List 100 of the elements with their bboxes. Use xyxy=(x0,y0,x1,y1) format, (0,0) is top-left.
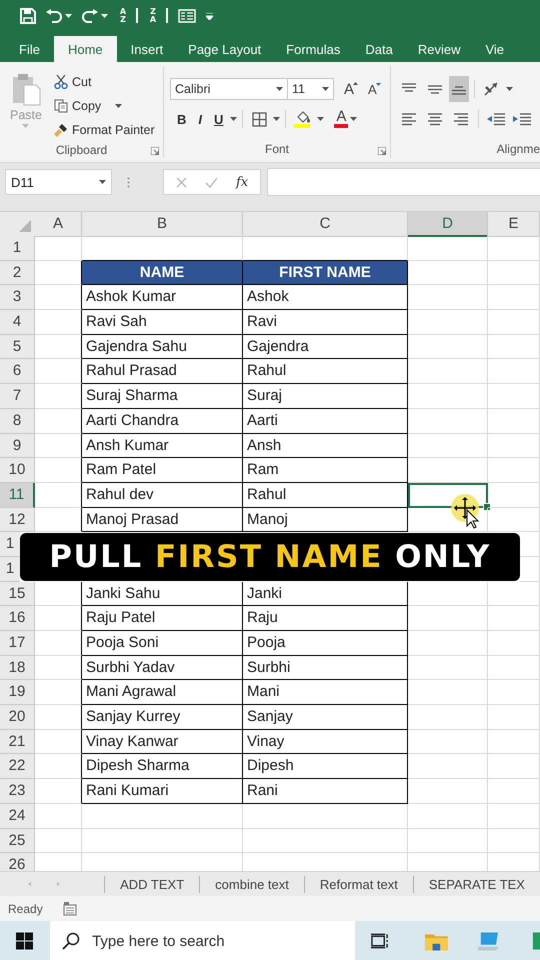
font-size-dropdown[interactable]: 11 xyxy=(287,78,334,100)
row-header[interactable]: 11 xyxy=(0,482,35,508)
align-left-icon[interactable] xyxy=(401,112,417,126)
ribbon-tab[interactable]: Page Layout xyxy=(177,36,272,62)
borders-icon[interactable] xyxy=(252,112,268,126)
row-header[interactable]: 1 xyxy=(0,532,20,557)
row-header[interactable]: 3 xyxy=(0,285,35,310)
format-painter-button[interactable]: Format Painter xyxy=(52,118,157,142)
row-header[interactable]: 2 xyxy=(0,260,35,286)
caret-icon[interactable] xyxy=(276,87,283,91)
row-header[interactable]: 12 xyxy=(0,508,35,532)
decrease-font-size-button[interactable]: A xyxy=(364,82,381,96)
row-header[interactable]: 5 xyxy=(0,334,35,360)
copy-button[interactable]: Copy xyxy=(52,94,157,118)
ribbon-tab[interactable]: Insert xyxy=(120,36,174,62)
decrease-indent-icon[interactable] xyxy=(486,112,506,126)
undo-button[interactable] xyxy=(46,9,72,23)
redo-button[interactable] xyxy=(82,9,108,23)
windows-start-icon[interactable] xyxy=(16,932,34,950)
ribbon-tab[interactable]: Data xyxy=(354,36,404,62)
row-header[interactable]: 22 xyxy=(0,754,35,780)
align-right-icon[interactable] xyxy=(453,112,469,126)
bold-button[interactable]: B xyxy=(172,112,192,126)
name-box[interactable]: D11 xyxy=(5,169,112,195)
enter-icon[interactable] xyxy=(205,176,218,188)
scroll-left-icon[interactable] xyxy=(28,880,32,888)
save-icon[interactable] xyxy=(20,8,36,24)
active-cell[interactable] xyxy=(408,482,488,508)
app-icon[interactable] xyxy=(530,930,540,952)
row-header[interactable]: 26 xyxy=(0,853,35,871)
font-name-dropdown[interactable]: Calibri xyxy=(170,78,288,100)
caret-icon[interactable] xyxy=(230,117,238,121)
sheet-tab[interactable]: SEPARATE TEX xyxy=(412,876,540,892)
ribbon-tab[interactable]: Vie xyxy=(474,36,516,62)
sheet-tab[interactable]: Reformat text xyxy=(304,876,413,892)
form-icon[interactable] xyxy=(178,9,196,23)
dialog-launcher-icon[interactable] xyxy=(151,147,159,155)
sort-ascending-button[interactable]: AZ xyxy=(118,8,138,24)
caret-icon[interactable] xyxy=(65,14,72,18)
caret-icon[interactable] xyxy=(350,117,358,121)
row-header[interactable]: 6 xyxy=(0,359,35,384)
row-header[interactable]: 23 xyxy=(0,779,35,804)
column-header[interactable]: A xyxy=(35,212,82,237)
caret-icon[interactable] xyxy=(317,117,324,121)
row-header[interactable]: 20 xyxy=(0,705,35,730)
formula-input[interactable] xyxy=(267,168,540,196)
taskbar-search-field[interactable]: Type here to search xyxy=(50,921,356,960)
row-header[interactable]: 15 xyxy=(0,582,35,606)
italic-button[interactable]: I xyxy=(193,112,208,126)
caret-icon[interactable] xyxy=(99,180,106,184)
row-header[interactable]: 19 xyxy=(0,680,35,706)
sort-descending-button[interactable]: ZA xyxy=(148,8,168,24)
caret-icon[interactable] xyxy=(115,104,122,108)
center-icon[interactable] xyxy=(427,112,443,126)
row-header[interactable]: 7 xyxy=(0,384,35,409)
table-cell: Gajendra Sahu xyxy=(82,334,243,360)
insert-function-button[interactable]: fx xyxy=(236,174,248,190)
sheet-tab[interactable]: ADD TEXT xyxy=(104,876,200,892)
increase-indent-icon[interactable] xyxy=(512,112,532,126)
cut-button[interactable]: Cut xyxy=(52,70,157,94)
table-cell: Aarti xyxy=(243,408,408,434)
table-cell: Ravi xyxy=(243,310,408,335)
row-header[interactable]: 1 xyxy=(0,236,35,261)
computer-icon[interactable] xyxy=(478,931,501,951)
underline-button[interactable]: U xyxy=(209,112,228,126)
customize-caret-icon[interactable] xyxy=(206,12,213,20)
macro-recording-icon[interactable] xyxy=(62,902,77,916)
cancel-icon[interactable] xyxy=(176,176,187,188)
increase-font-size-button[interactable]: A xyxy=(340,80,358,98)
caret-icon[interactable] xyxy=(273,117,280,121)
row-header[interactable]: 8 xyxy=(0,408,35,434)
fill-handle[interactable] xyxy=(483,502,491,511)
dialog-launcher-icon[interactable] xyxy=(378,147,386,155)
ribbon-tab[interactable]: Formulas xyxy=(275,36,352,62)
row-header[interactable]: 10 xyxy=(0,458,35,483)
caret-icon[interactable] xyxy=(101,14,108,18)
row-header[interactable]: 18 xyxy=(0,656,35,680)
ribbon-tab[interactable]: File xyxy=(8,36,51,62)
row-header[interactable]: 9 xyxy=(0,434,35,458)
column-header[interactable]: B xyxy=(82,212,243,237)
task-view-icon[interactable] xyxy=(371,933,390,949)
row-header[interactable]: 21 xyxy=(0,730,35,754)
fill-color-icon[interactable] xyxy=(294,110,312,128)
column-header[interactable]: E xyxy=(488,212,540,237)
sheet-tab[interactable]: combine text xyxy=(199,876,304,892)
font-color-button[interactable]: A xyxy=(334,110,348,128)
column-header[interactable]: C xyxy=(243,212,408,237)
ribbon-tab[interactable]: Home xyxy=(54,36,117,62)
row-header[interactable]: 16 xyxy=(0,606,35,631)
row-header[interactable]: 24 xyxy=(0,804,35,828)
caret-icon[interactable] xyxy=(322,87,329,91)
column-header[interactable]: D xyxy=(408,212,488,237)
caret-icon[interactable] xyxy=(506,87,513,91)
row-header[interactable]: 25 xyxy=(0,828,35,854)
ribbon-tab[interactable]: Review xyxy=(406,36,472,62)
row-header[interactable]: 4 xyxy=(0,310,35,335)
row-header[interactable]: 17 xyxy=(0,631,35,656)
scroll-right-icon[interactable] xyxy=(57,880,60,888)
table-cell: Rahul dev xyxy=(82,482,243,508)
row-header[interactable]: 1 xyxy=(0,556,20,582)
